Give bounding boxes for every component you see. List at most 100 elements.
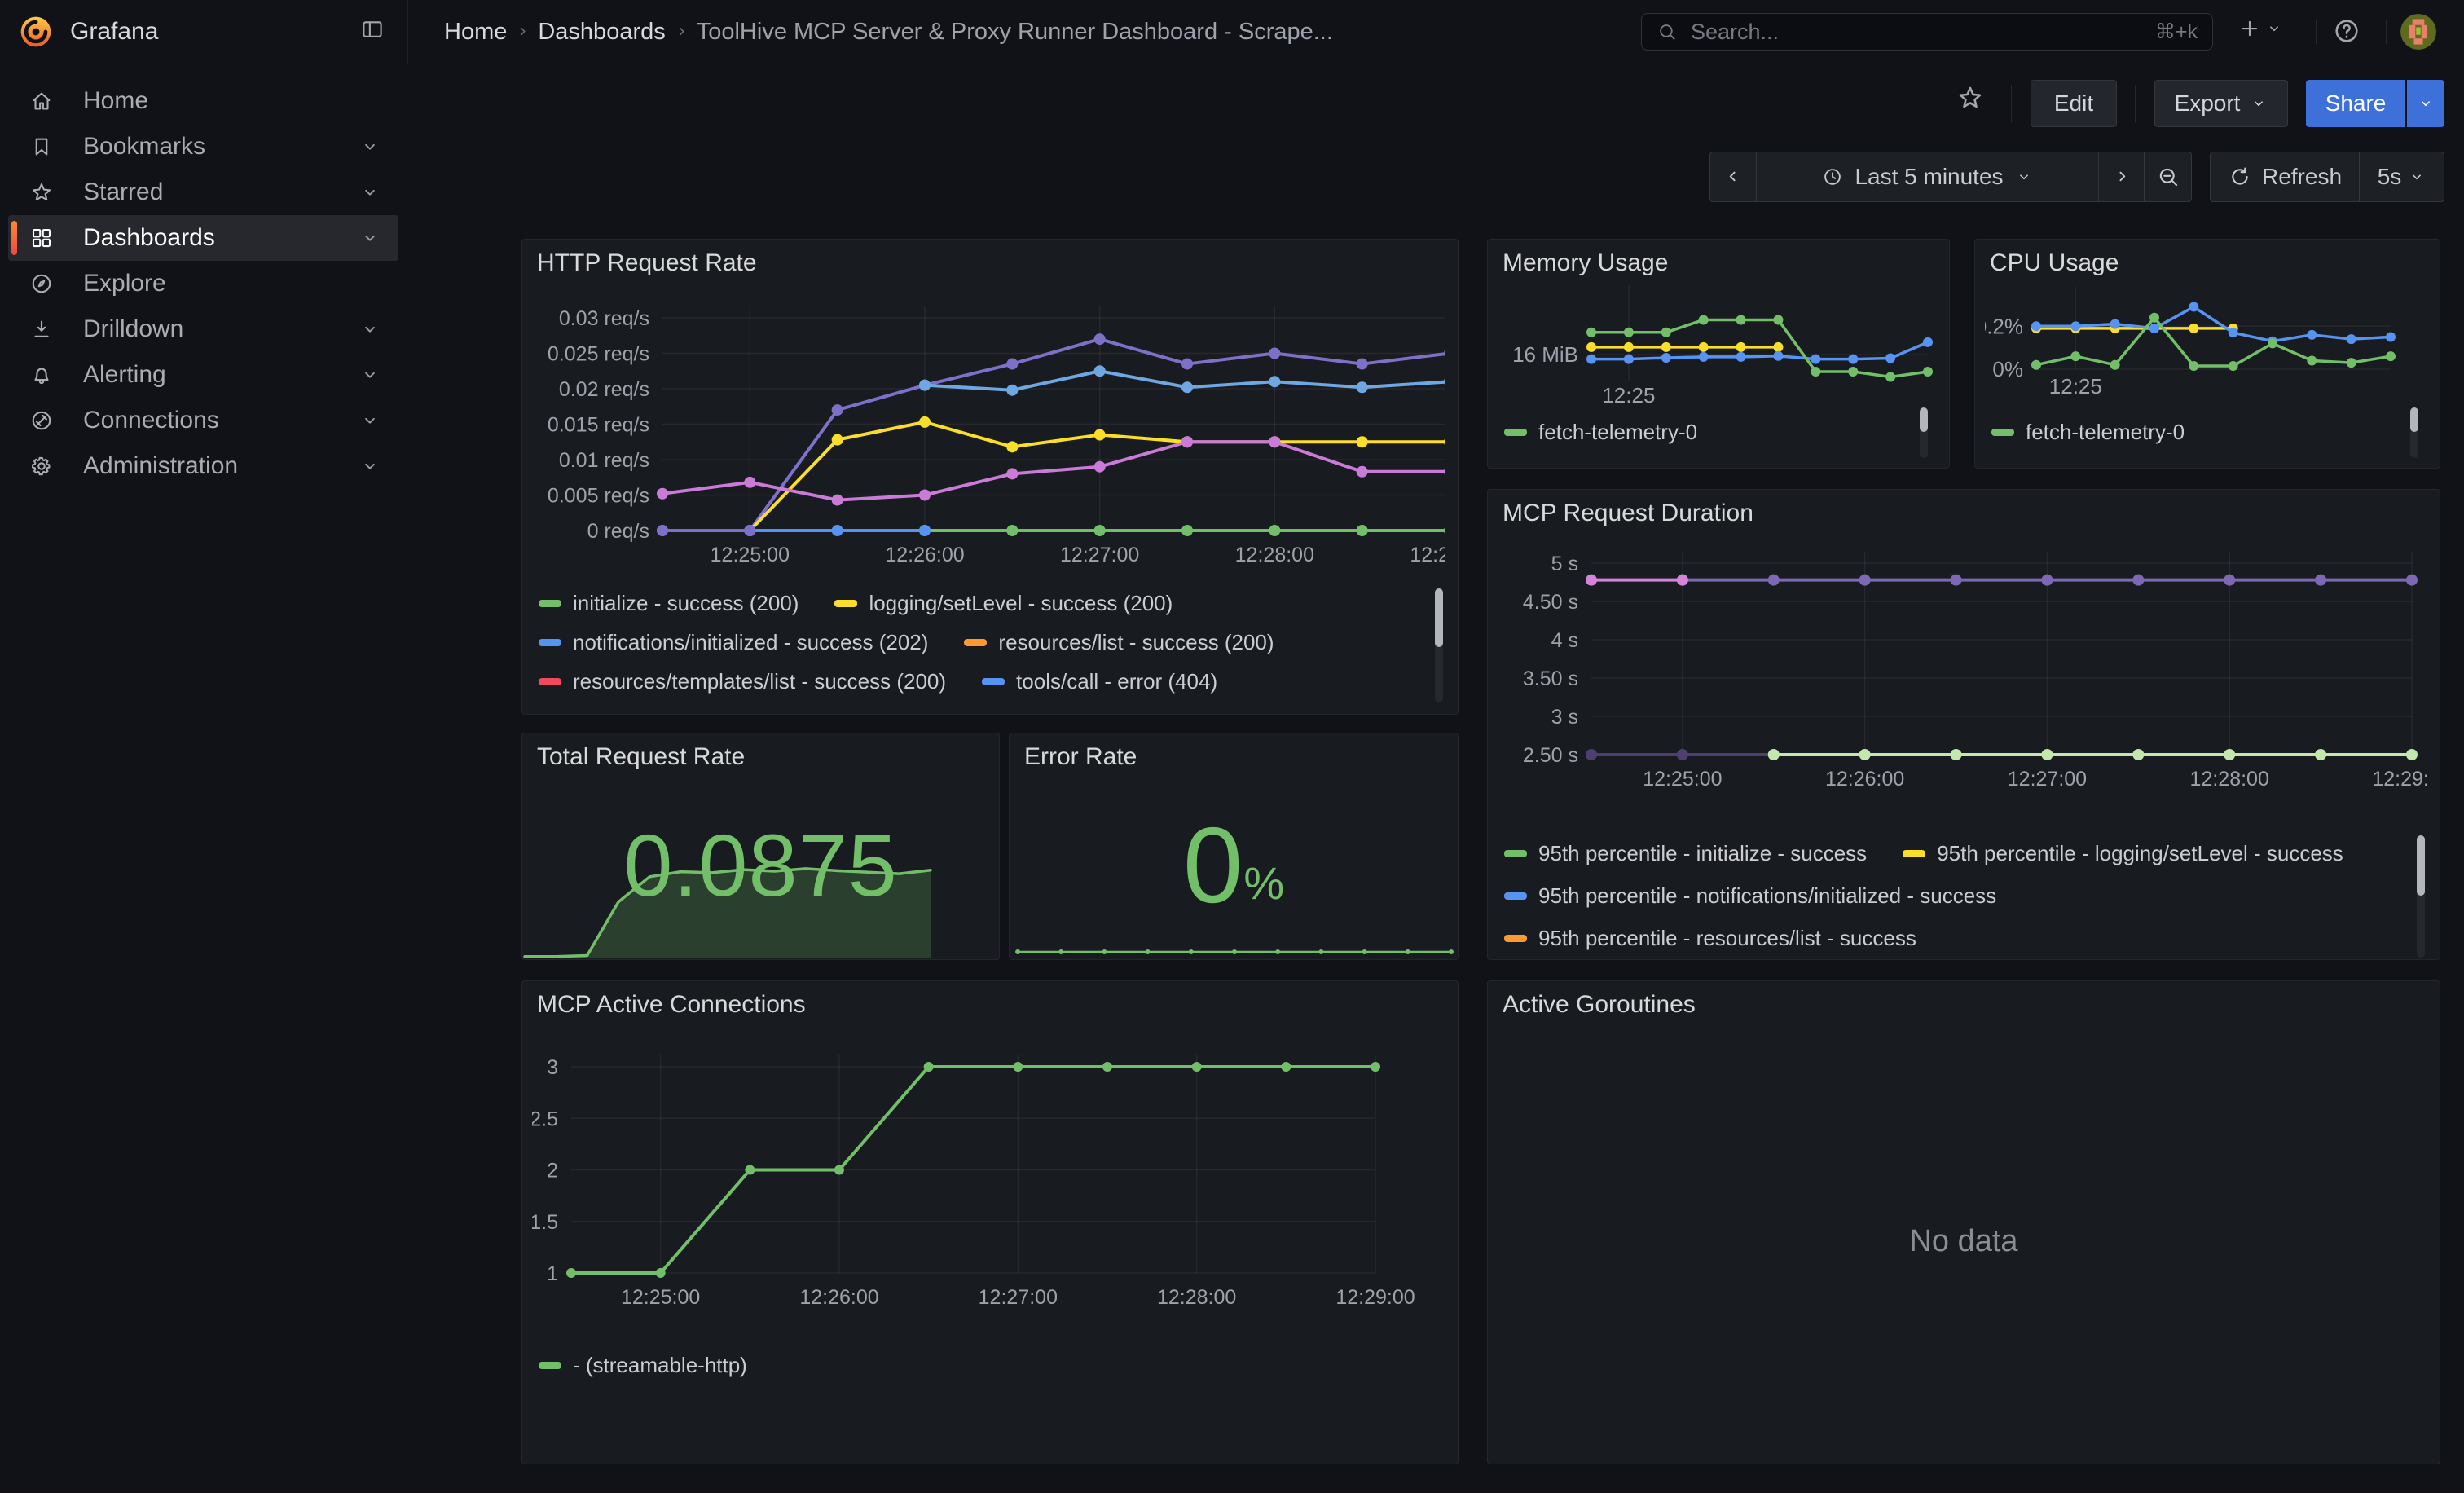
legend-item[interactable]: 95th percentile - notifications/initiali…	[1504, 883, 1996, 909]
svg-text:12:27:00: 12:27:00	[1060, 544, 1139, 566]
scrollbar-thumb[interactable]	[1920, 407, 1928, 432]
sidebar-item[interactable]: Alerting	[8, 352, 398, 398]
sidebar-item[interactable]: Home	[8, 78, 398, 124]
share-button[interactable]: Share	[2306, 80, 2405, 127]
scrollbar-thumb[interactable]	[2417, 835, 2425, 896]
legend-item[interactable]: fetch-telemetry-0	[1991, 420, 2185, 445]
legend-item[interactable]: tools/call - error (404)	[982, 669, 1217, 694]
user-avatar[interactable]	[2400, 14, 2436, 50]
series-label: 95th percentile - notifications/initiali…	[1538, 883, 1996, 909]
time-shift-forward-button[interactable]	[2098, 152, 2144, 201]
legend: 95th percentile - initialize - success 9…	[1504, 832, 2427, 962]
search-input[interactable]	[1689, 19, 2155, 46]
refresh-interval-picker[interactable]: 5s	[2359, 152, 2444, 201]
legend-item[interactable]: logging/setLevel - success (200)	[834, 591, 1173, 616]
chevron-down-icon[interactable]	[359, 364, 381, 385]
panel-title[interactable]: Total Request Rate	[522, 733, 999, 774]
mcp-request-duration-chart[interactable]: 12:25:0012:26:0012:27:0012:28:0012:29:00…	[1498, 531, 2440, 832]
share-menu-button[interactable]	[2407, 80, 2444, 127]
stat-display: 0 %	[1010, 771, 1458, 959]
favorite-star-button[interactable]	[1956, 83, 1985, 112]
sidebar-item-label: Starred	[83, 178, 359, 206]
chevron-left-icon	[1723, 166, 1744, 187]
legend-row: fetch-telemetry-0	[1991, 415, 2427, 449]
plug-icon	[29, 408, 54, 433]
zoom-out-icon	[2156, 165, 2180, 189]
help-button[interactable]	[2332, 16, 2361, 46]
home-icon	[29, 89, 54, 113]
http-request-rate-chart[interactable]: 12:25:0012:26:0012:27:0012:28:0012:29:00…	[532, 280, 1458, 584]
divider	[2316, 20, 2317, 44]
time-picker-group: Last 5 minutes	[1709, 152, 2192, 202]
series-label: logging/setLevel - success (200)	[869, 591, 1173, 616]
legend-item[interactable]: notifications/initialized - success (202…	[539, 630, 928, 655]
export-button[interactable]: Export	[2154, 80, 2288, 127]
search-bar[interactable]: ⌘+k	[1641, 13, 2213, 51]
chevron-down-icon[interactable]	[359, 136, 381, 157]
cpu-usage-chart[interactable]: 12:250.2%0%	[1985, 280, 2440, 415]
chevron-down-icon[interactable]	[359, 227, 381, 249]
panel-title[interactable]: Error Rate	[1010, 733, 1458, 774]
divider	[2135, 85, 2136, 122]
legend-item[interactable]: 95th percentile - resources/list - succe…	[1504, 926, 1916, 951]
series-color-swatch	[1504, 850, 1527, 857]
sidebar-item-label: Administration	[83, 452, 359, 480]
legend-scrollbar	[2410, 407, 2418, 458]
chevron-down-icon[interactable]	[359, 410, 381, 431]
legend-item[interactable]: - (streamable-http)	[539, 1353, 747, 1378]
edit-button[interactable]: Edit	[2031, 80, 2117, 127]
legend-item[interactable]: resources/list - success (200)	[964, 630, 1274, 655]
sidebar-item[interactable]: Dashboards	[8, 215, 398, 261]
panel-title[interactable]: MCP Request Duration	[1488, 490, 2440, 531]
memory-usage-chart[interactable]: 12:2516 MiB	[1498, 280, 1949, 415]
breadcrumb-dashboards-link[interactable]: Dashboards	[538, 19, 665, 46]
sidebar-toggle-button[interactable]	[360, 17, 385, 42]
legend-row: resources/templates/list - success (200)…	[539, 662, 1445, 701]
series-label: tools/call - error (404)	[1016, 669, 1217, 694]
svg-text:12:25:00: 12:25:00	[711, 544, 790, 566]
panel-title[interactable]: Memory Usage	[1488, 240, 1949, 280]
sidebar-item[interactable]: Explore	[8, 261, 398, 306]
sidebar-item[interactable]: Drilldown	[8, 306, 398, 352]
share-split-button: Share	[2306, 80, 2444, 127]
panel-title[interactable]: HTTP Request Rate	[522, 240, 1458, 280]
legend-item[interactable]: 95th percentile - logging/setLevel - suc…	[1903, 841, 2343, 866]
chevron-down-icon	[2417, 95, 2435, 112]
mcp-active-connections-chart[interactable]: 12:25:0012:26:0012:27:0012:28:0012:29:00…	[532, 1022, 1458, 1348]
series-label: resources/list - success (200)	[998, 630, 1274, 655]
chevron-down-icon[interactable]	[359, 319, 381, 340]
sidebar-item[interactable]: Bookmarks	[8, 124, 398, 170]
chevron-down-icon[interactable]	[359, 456, 381, 477]
series-color-swatch	[1903, 850, 1925, 857]
sidebar-item[interactable]: Connections	[8, 398, 398, 443]
svg-text:12:29:00: 12:29:00	[1410, 544, 1445, 566]
svg-text:12:25: 12:25	[1602, 383, 1655, 407]
svg-text:12:27:00: 12:27:00	[2008, 768, 2087, 791]
legend-item[interactable]: 95th percentile - initialize - success	[1504, 841, 1867, 866]
apps-icon	[29, 226, 54, 250]
legend-row: tools/call - success (200) tools/list - …	[539, 701, 1445, 707]
legend-item[interactable]: initialize - success (200)	[539, 591, 799, 616]
sidebar-item[interactable]: Starred	[8, 170, 398, 215]
zoom-out-button[interactable]	[2144, 152, 2191, 201]
series-color-swatch	[539, 1362, 561, 1369]
new-menu-button[interactable]	[2237, 16, 2283, 41]
grafana-app: Grafana Home Dashboards ToolHive MCP Ser…	[0, 0, 2464, 1493]
time-shift-back-button[interactable]	[1710, 152, 1756, 201]
panel-title[interactable]: MCP Active Connections	[522, 981, 1458, 1022]
panel-title[interactable]: Active Goroutines	[1488, 981, 2440, 1022]
legend-row: 95th percentile - resources/templates/li…	[1504, 959, 2427, 962]
scrollbar-thumb[interactable]	[1435, 588, 1443, 647]
time-range-picker[interactable]: Last 5 minutes	[1756, 152, 2098, 201]
svg-text:3: 3	[547, 1056, 558, 1079]
breadcrumb: Home Dashboards ToolHive MCP Server & Pr…	[444, 0, 1333, 64]
panel-title[interactable]: CPU Usage	[1975, 240, 2440, 280]
sidebar-item[interactable]: Administration	[8, 443, 398, 489]
legend-item[interactable]: resources/templates/list - success (200)	[539, 669, 946, 694]
chevron-down-icon[interactable]	[359, 182, 381, 203]
legend-item[interactable]: fetch-telemetry-0	[1504, 420, 1697, 445]
scrollbar-thumb[interactable]	[2410, 407, 2418, 432]
breadcrumb-home-link[interactable]: Home	[444, 19, 507, 46]
refresh-button[interactable]: Refresh	[2211, 152, 2359, 201]
chevron-down-icon	[2408, 168, 2426, 186]
